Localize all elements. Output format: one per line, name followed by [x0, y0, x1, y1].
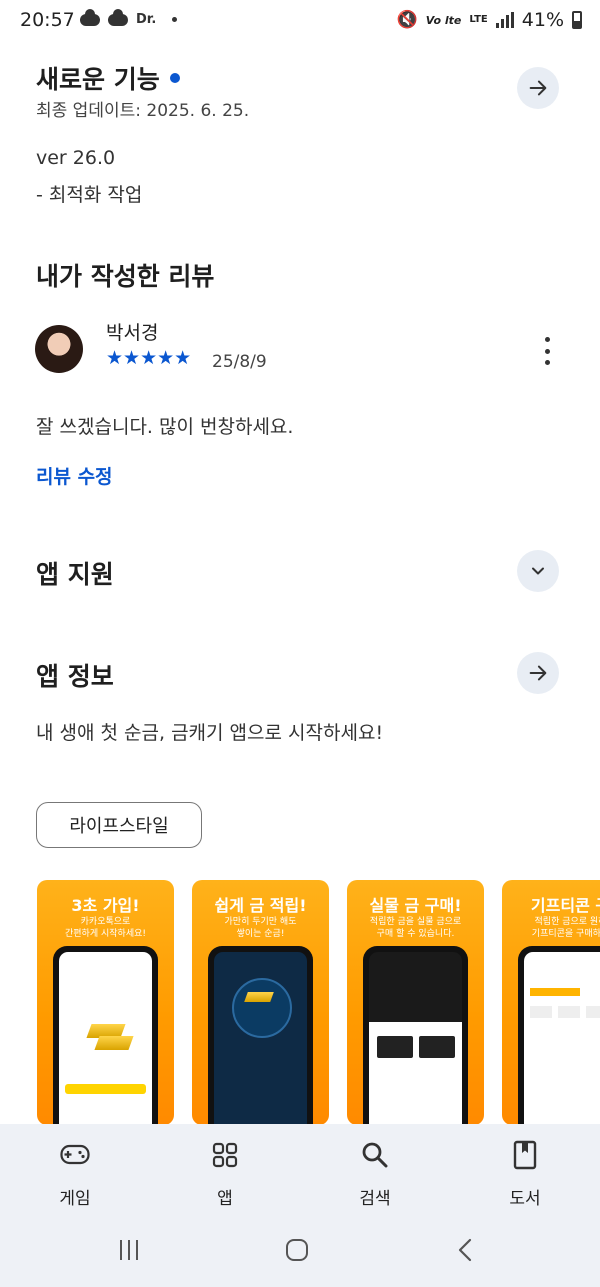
- cloud-icon: [108, 8, 128, 26]
- status-system-icons: 🔇 Vo lte LTE 41%: [397, 9, 582, 31]
- status-app-text: Dr.: [136, 12, 157, 27]
- cloud-icon: [80, 8, 100, 26]
- reviewer-name: 박서경: [106, 322, 159, 344]
- screenshot-card[interactable]: 기프티콘 구 적립한 금으로 원하 기프티콘을 구매하세: [502, 880, 600, 1125]
- nav-item-search[interactable]: 검색: [330, 1138, 420, 1209]
- avatar: [35, 325, 83, 373]
- rating-stars: ★★★★★: [106, 347, 192, 369]
- last-updated: 최종 업데이트: 2025. 6. 25.: [36, 101, 250, 121]
- phone-mockup: [208, 946, 313, 1125]
- screenshot-card[interactable]: 실물 금 구매! 적립한 금을 실물 금으로 구매 할 수 있습니다.: [347, 880, 484, 1125]
- gamepad-icon: [30, 1138, 120, 1172]
- recent-apps-button[interactable]: [118, 1238, 140, 1266]
- system-navigation-bar: [0, 1230, 600, 1270]
- phone-screen: [214, 952, 307, 1125]
- screenshot-title: 기프티콘 구: [530, 896, 600, 915]
- screenshot-carousel[interactable]: 3초 가입! 카카오톡으로 간편하게 시작하세요! 쉽게 금 적립! 가만히 두…: [37, 880, 600, 1125]
- phone-mockup: [53, 946, 158, 1125]
- back-button[interactable]: [456, 1238, 474, 1266]
- review-date: 25/8/9: [212, 352, 267, 372]
- whats-new-title: 새로운 기능: [36, 65, 160, 94]
- status-notification-icons: Dr.: [80, 8, 178, 27]
- category-chip[interactable]: 라이프스타일: [36, 802, 202, 848]
- back-chevron-icon: [458, 1238, 472, 1262]
- signal-icon: [495, 12, 514, 28]
- app-description: 내 생애 첫 순금, 금캐기 앱으로 시작하세요!: [36, 722, 384, 744]
- screenshot-title: 쉽게 금 적립!: [214, 896, 307, 915]
- gold-balance-circle: [232, 978, 292, 1038]
- screenshot-desc: 가만히 두기만 해도 쌓이는 순금!: [224, 917, 297, 939]
- nav-label: 게임: [59, 1189, 91, 1209]
- version-note: - 최적화 작업: [36, 184, 143, 206]
- nav-label: 도서: [509, 1189, 541, 1209]
- screenshot-card[interactable]: 쉽게 금 적립! 가만히 두기만 해도 쌓이는 순금!: [192, 880, 329, 1125]
- volte-indicator: Vo lte: [425, 13, 462, 27]
- app-support-title: 앱 지원: [36, 560, 114, 589]
- home-button[interactable]: [285, 1238, 309, 1266]
- mute-icon: 🔇: [396, 10, 418, 30]
- whats-new-arrow-button[interactable]: [517, 67, 559, 109]
- screenshot-desc: 적립한 금을 실물 금으로 구매 할 수 있습니다.: [369, 917, 462, 939]
- battery-percent: 41%: [521, 9, 564, 31]
- version-text: ver 26.0: [36, 147, 116, 169]
- nav-label: 검색: [359, 1189, 391, 1209]
- arrow-right-icon: [529, 665, 547, 681]
- screenshot-card[interactable]: 3초 가입! 카카오톡으로 간편하게 시작하세요!: [37, 880, 174, 1125]
- nav-item-books[interactable]: 도서: [480, 1138, 570, 1209]
- phone-screen: [524, 952, 600, 1125]
- home-icon: [286, 1239, 308, 1261]
- chevron-down-icon: [532, 567, 544, 575]
- status-time: 20:57: [20, 9, 75, 31]
- screenshot-title: 3초 가입!: [71, 896, 140, 915]
- screenshot-desc: 적립한 금으로 원하 기프티콘을 구매하세: [531, 917, 600, 939]
- app-info-arrow-button[interactable]: [517, 652, 559, 694]
- nav-label: 앱: [217, 1189, 233, 1209]
- screenshot-title: 실물 금 구매!: [369, 896, 462, 915]
- battery-icon: [572, 11, 582, 29]
- gold-bar-image: [244, 992, 274, 1002]
- book-icon: [480, 1138, 570, 1172]
- nav-item-games[interactable]: 게임: [30, 1138, 120, 1209]
- more-notifications-dot: [172, 17, 178, 22]
- app-info-title: 앱 정보: [36, 662, 114, 691]
- review-text: 잘 쓰겠습니다. 많이 번창하세요.: [36, 416, 294, 438]
- gold-bar-image: [94, 1036, 134, 1050]
- phone-mockup: [518, 946, 600, 1125]
- status-bar: 20:57 Dr. 🔇 Vo lte LTE 41%: [0, 0, 600, 44]
- search-icon: [330, 1138, 420, 1172]
- arrow-right-icon: [529, 80, 547, 96]
- new-indicator-dot: [169, 73, 180, 83]
- apps-grid-icon: [180, 1138, 270, 1172]
- phone-mockup: [363, 946, 468, 1125]
- more-options-icon[interactable]: [542, 337, 552, 365]
- app-support-expand-button[interactable]: [517, 550, 559, 592]
- nav-item-apps[interactable]: 앱: [180, 1138, 270, 1209]
- recents-icon: [120, 1240, 138, 1260]
- my-review-title: 내가 작성한 리뷰: [36, 262, 215, 291]
- screenshot-desc: 카카오톡으로 간편하게 시작하세요!: [65, 917, 146, 939]
- phone-screen: [59, 952, 152, 1125]
- edit-review-link[interactable]: 리뷰 수정: [36, 462, 113, 489]
- phone-screen: [369, 952, 462, 1125]
- lte-indicator: LTE: [469, 14, 488, 25]
- whats-new-heading: 새로운 기능: [36, 60, 180, 96]
